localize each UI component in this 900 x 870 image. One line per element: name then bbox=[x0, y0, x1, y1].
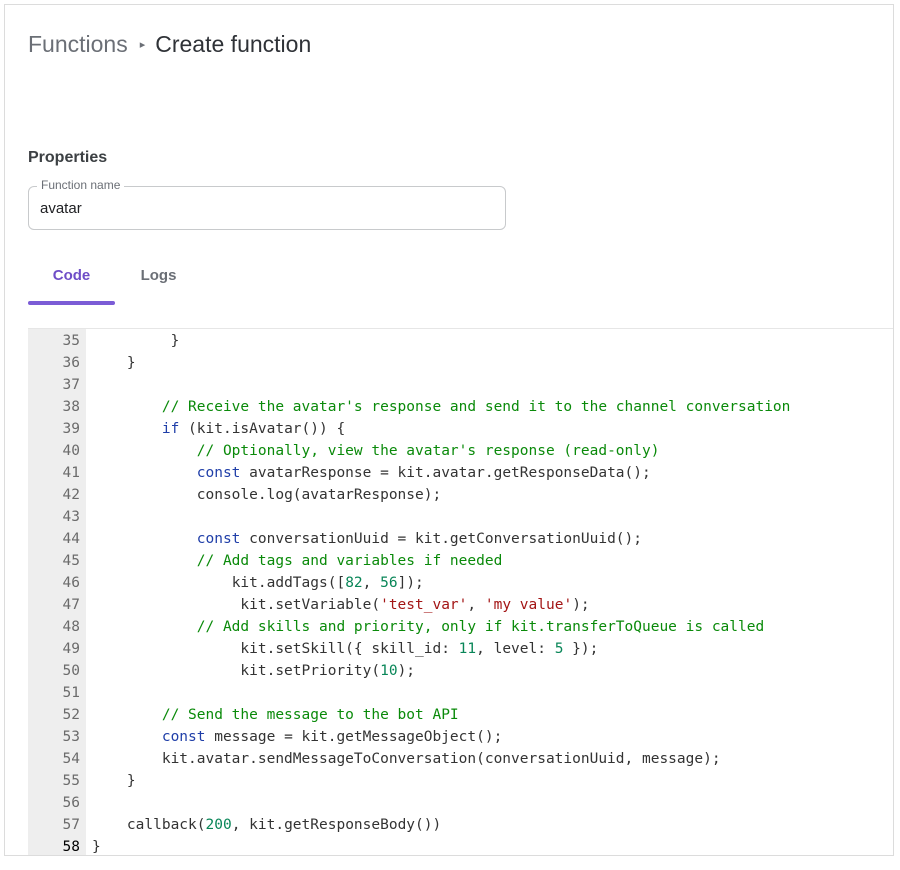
function-name-label: Function name bbox=[37, 178, 125, 192]
code-text: if (kit.isAvatar()) { bbox=[161, 421, 346, 437]
code-line: 58} bbox=[28, 836, 893, 855]
code-text: kit.avatar.sendMessageToConversation(con… bbox=[161, 751, 721, 767]
line-number: 46 bbox=[62, 575, 80, 591]
line-number: 54 bbox=[62, 751, 80, 767]
line-number: 51 bbox=[62, 685, 80, 701]
code-text: console.log(avatarResponse); bbox=[196, 487, 442, 503]
breadcrumb: Functions ▸ Create function bbox=[28, 31, 311, 58]
code-line: 36 } bbox=[28, 352, 893, 374]
code-editor[interactable]: 35 } 36 } 37 38 // Receive the avatar's res… bbox=[28, 328, 893, 855]
code-text: const avatarResponse = kit.avatar.getRes… bbox=[196, 465, 651, 481]
code-line: 37 bbox=[28, 374, 893, 396]
function-name-field[interactable]: Function name avatar bbox=[28, 178, 506, 230]
code-line: 53 const message = kit.getMessageObject(… bbox=[28, 726, 893, 748]
line-number: 35 bbox=[62, 333, 80, 349]
line-number: 50 bbox=[62, 663, 80, 679]
line-number: 44 bbox=[62, 531, 80, 547]
line-number: 37 bbox=[62, 377, 80, 393]
line-number: 45 bbox=[62, 553, 80, 569]
code-line: 57 callback(200, kit.getResponseBody()) bbox=[28, 814, 893, 836]
code-line: 46 kit.addTags([82, 56]); bbox=[28, 572, 893, 594]
function-name-input[interactable]: avatar bbox=[40, 200, 82, 217]
code-text: const message = kit.getMessageObject(); bbox=[161, 729, 503, 745]
code-line: 43 bbox=[28, 506, 893, 528]
line-number: 42 bbox=[62, 487, 80, 503]
line-number: 58 bbox=[62, 839, 80, 855]
code-text: // Add tags and variables if needed bbox=[196, 553, 503, 569]
code-line: 35 } bbox=[28, 330, 893, 352]
properties-heading: Properties bbox=[28, 149, 108, 166]
line-number: 55 bbox=[62, 773, 80, 789]
code-text: kit.setPriority(10); bbox=[240, 663, 416, 679]
code-text: // Add skills and priority, only if kit.… bbox=[196, 619, 765, 635]
code-text: } bbox=[126, 773, 136, 789]
code-text: callback(200, kit.getResponseBody()) bbox=[126, 817, 442, 833]
code-line: 51 bbox=[28, 682, 893, 704]
tab-logs[interactable]: Logs bbox=[115, 260, 202, 300]
code-line: 54 kit.avatar.sendMessageToConversation(… bbox=[28, 748, 893, 770]
line-number: 38 bbox=[62, 399, 80, 415]
code-line: 50 kit.setPriority(10); bbox=[28, 660, 893, 682]
tab-bar: Code Logs bbox=[28, 260, 893, 305]
code-line: 38 // Receive the avatar's response and … bbox=[28, 396, 893, 418]
line-number: 41 bbox=[62, 465, 80, 481]
code-line: 40 // Optionally, view the avatar's resp… bbox=[28, 440, 893, 462]
code-line: 42 console.log(avatarResponse); bbox=[28, 484, 893, 506]
line-number: 57 bbox=[62, 817, 80, 833]
code-text: kit.addTags([82, 56]); bbox=[231, 575, 424, 591]
line-number: 48 bbox=[62, 619, 80, 635]
code-text: // Receive the avatar's response and sen… bbox=[161, 399, 791, 415]
line-number: 52 bbox=[62, 707, 80, 723]
code-line: 48 // Add skills and priority, only if k… bbox=[28, 616, 893, 638]
line-number: 53 bbox=[62, 729, 80, 745]
code-line: 45 // Add tags and variables if needed bbox=[28, 550, 893, 572]
code-text: kit.setSkill({ skill_id: 11, level: 5 })… bbox=[240, 641, 599, 657]
line-number: 40 bbox=[62, 443, 80, 459]
code-text: kit.setVariable('test_var', 'my value'); bbox=[240, 597, 590, 613]
code-text: } bbox=[170, 333, 180, 349]
line-number: 49 bbox=[62, 641, 80, 657]
line-number: 39 bbox=[62, 421, 80, 437]
line-number: 36 bbox=[62, 355, 80, 371]
code-line: 56 bbox=[28, 792, 893, 814]
code-line: 55 } bbox=[28, 770, 893, 792]
line-number: 43 bbox=[62, 509, 80, 525]
code-line: 47 kit.setVariable('test_var', 'my value… bbox=[28, 594, 893, 616]
code-line: 39 if (kit.isAvatar()) { bbox=[28, 418, 893, 440]
code-text: } bbox=[92, 839, 101, 855]
tab-code[interactable]: Code bbox=[28, 260, 115, 300]
active-tab-indicator bbox=[28, 301, 115, 305]
code-text: const conversationUuid = kit.getConversa… bbox=[196, 531, 642, 547]
code-line: 52 // Send the message to the bot API bbox=[28, 704, 893, 726]
page-title: Create function bbox=[155, 31, 312, 57]
code-line: 41 const avatarResponse = kit.avatar.get… bbox=[28, 462, 893, 484]
code-text: // Send the message to the bot API bbox=[161, 707, 459, 723]
line-number: 47 bbox=[62, 597, 80, 613]
code-line: 49 kit.setSkill({ skill_id: 11, level: 5… bbox=[28, 638, 893, 660]
breadcrumb-functions-link[interactable]: Functions bbox=[28, 31, 128, 58]
breadcrumb-separator-icon: ▸ bbox=[139, 39, 146, 51]
line-number: 56 bbox=[62, 795, 80, 811]
code-text: } bbox=[126, 355, 136, 371]
function-editor-panel: Functions ▸ Create function Properties F… bbox=[4, 4, 894, 856]
code-line: 44 const conversationUuid = kit.getConve… bbox=[28, 528, 893, 550]
code-text: // Optionally, view the avatar's respons… bbox=[196, 443, 660, 459]
